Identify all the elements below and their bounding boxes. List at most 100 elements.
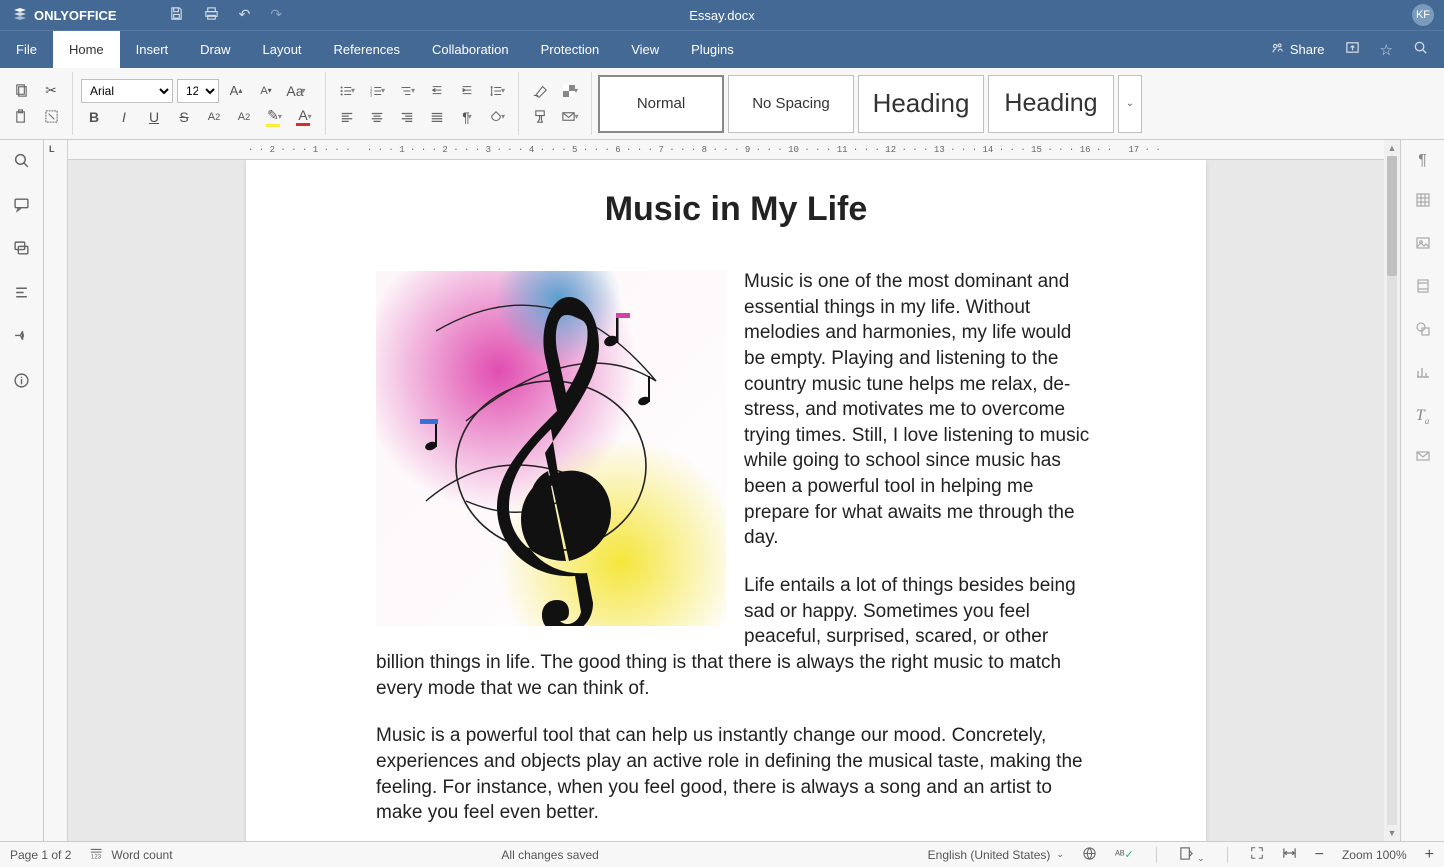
document-page[interactable]: Music in My Life: [246, 160, 1206, 841]
image-settings-icon[interactable]: [1415, 235, 1431, 256]
scroll-track[interactable]: [1387, 156, 1397, 825]
editor-area: L · · 2 · · · 1 · · · · · · 1 · · · 2 · …: [44, 140, 1400, 841]
italic-icon[interactable]: I: [111, 104, 137, 130]
statusbar: Page 1 of 2 123 Word count All changes s…: [0, 841, 1444, 867]
main-area: L · · 2 · · · 1 · · · · · · 1 · · · 2 · …: [0, 140, 1444, 841]
tab-insert[interactable]: Insert: [120, 31, 185, 68]
zoom-out-button[interactable]: −: [1315, 846, 1324, 864]
menubar-right-actions: Share ☆: [1270, 31, 1444, 68]
scroll-thumb[interactable]: [1387, 156, 1397, 276]
shading-icon[interactable]: ▾: [484, 104, 510, 130]
font-color-icon[interactable]: A▾: [291, 104, 317, 130]
decrease-font-icon[interactable]: A▾: [253, 78, 279, 104]
language-selector[interactable]: English (United States) ⌄: [928, 848, 1064, 862]
strikethrough-icon[interactable]: S: [171, 104, 197, 130]
tab-view[interactable]: View: [615, 31, 675, 68]
line-spacing-icon[interactable]: ▾: [484, 78, 510, 104]
paragraph-settings-icon[interactable]: ¶: [1418, 152, 1427, 170]
tab-collaboration[interactable]: Collaboration: [416, 31, 525, 68]
tab-layout[interactable]: Layout: [247, 31, 318, 68]
style-heading-2[interactable]: Heading: [988, 75, 1114, 133]
headings-icon[interactable]: [13, 284, 30, 306]
zoom-level[interactable]: Zoom 100%: [1342, 848, 1407, 862]
subscript-icon[interactable]: A2: [231, 104, 257, 130]
redo-icon[interactable]: ↷: [270, 6, 282, 24]
print-icon[interactable]: [204, 6, 219, 24]
numbering-icon[interactable]: 123▾: [364, 78, 390, 104]
open-location-icon[interactable]: [1345, 40, 1360, 59]
border-icon[interactable]: ▾: [557, 78, 583, 104]
svg-text:3: 3: [370, 92, 373, 97]
format-painter-icon[interactable]: [527, 104, 553, 130]
superscript-icon[interactable]: A2: [201, 104, 227, 130]
cut-icon[interactable]: ✂: [38, 78, 64, 104]
table-settings-icon[interactable]: [1415, 192, 1431, 213]
tab-draw[interactable]: Draw: [184, 31, 246, 68]
fit-width-icon[interactable]: [1282, 846, 1297, 863]
share-button[interactable]: Share: [1270, 41, 1325, 58]
chart-settings-icon[interactable]: [1415, 364, 1431, 385]
paragraph-3: Music is a powerful tool that can help u…: [376, 723, 1096, 826]
tab-references[interactable]: References: [318, 31, 416, 68]
style-normal[interactable]: Normal: [598, 75, 724, 133]
style-no-spacing[interactable]: No Spacing: [728, 75, 854, 133]
highlight-color-icon[interactable]: ✎▾: [261, 104, 287, 130]
favorite-icon[interactable]: ☆: [1380, 41, 1393, 59]
search-icon[interactable]: [1413, 40, 1428, 59]
select-all-icon[interactable]: [38, 104, 64, 130]
document-title: Essay.docx: [689, 8, 755, 23]
about-icon[interactable]: [13, 372, 30, 394]
feedback-icon[interactable]: [13, 328, 30, 350]
text-art-icon[interactable]: Ta: [1416, 407, 1429, 426]
tab-home[interactable]: Home: [53, 31, 120, 68]
save-icon[interactable]: [169, 6, 184, 24]
shape-settings-icon[interactable]: [1415, 321, 1431, 342]
clear-style-icon[interactable]: [527, 78, 553, 104]
comments-icon[interactable]: [13, 196, 30, 218]
align-left-icon[interactable]: [334, 104, 360, 130]
horizontal-ruler[interactable]: · · 2 · · · 1 · · · · · · 1 · · · 2 · · …: [68, 140, 1384, 160]
inline-image[interactable]: [376, 271, 726, 626]
align-justify-icon[interactable]: [424, 104, 450, 130]
align-center-icon[interactable]: [364, 104, 390, 130]
multilevel-icon[interactable]: ▾: [394, 78, 420, 104]
bullets-icon[interactable]: ▾: [334, 78, 360, 104]
zoom-in-button[interactable]: +: [1425, 846, 1434, 864]
user-avatar[interactable]: KF: [1412, 4, 1434, 26]
vertical-ruler[interactable]: L: [44, 140, 68, 841]
bold-icon[interactable]: B: [81, 104, 107, 130]
style-heading-1[interactable]: Heading: [858, 75, 984, 133]
paste-icon[interactable]: [8, 104, 34, 130]
quick-access-toolbar: ↶ ↷: [169, 6, 282, 24]
find-icon[interactable]: [13, 152, 30, 174]
tab-file[interactable]: File: [0, 31, 53, 68]
copy-icon[interactable]: [8, 78, 34, 104]
nonprinting-icon[interactable]: ¶▾: [454, 104, 480, 130]
font-name-select[interactable]: Arial: [81, 79, 173, 103]
spellcheck-icon[interactable]: ᴬᴮ✓: [1115, 848, 1134, 861]
fit-page-icon[interactable]: [1250, 846, 1264, 863]
font-size-select[interactable]: 12: [177, 79, 219, 103]
increase-indent-icon[interactable]: [454, 78, 480, 104]
change-case-icon[interactable]: Aa▾: [283, 78, 309, 104]
styles-more-button[interactable]: ⌄: [1118, 75, 1142, 133]
undo-icon[interactable]: ↶: [239, 6, 251, 24]
scroll-down-icon[interactable]: ▼: [1384, 825, 1400, 841]
word-count-button[interactable]: 123 Word count: [89, 846, 172, 863]
track-changes-icon[interactable]: ⌄: [1179, 846, 1205, 864]
underline-icon[interactable]: U: [141, 104, 167, 130]
tab-protection[interactable]: Protection: [525, 31, 616, 68]
page-indicator[interactable]: Page 1 of 2: [10, 848, 71, 862]
header-footer-icon[interactable]: [1415, 278, 1431, 299]
increase-font-icon[interactable]: A▴: [223, 78, 249, 104]
vertical-scrollbar[interactable]: ▲ ▼: [1384, 140, 1400, 841]
document-scroll-area[interactable]: Music in My Life: [68, 160, 1384, 841]
mailmerge-icon[interactable]: ▾: [557, 104, 583, 130]
scroll-up-icon[interactable]: ▲: [1384, 140, 1400, 156]
tab-plugins[interactable]: Plugins: [675, 31, 750, 68]
set-doc-language-icon[interactable]: [1082, 846, 1097, 864]
decrease-indent-icon[interactable]: [424, 78, 450, 104]
chat-icon[interactable]: [13, 240, 30, 262]
mail-merge-settings-icon[interactable]: [1415, 448, 1431, 469]
align-right-icon[interactable]: [394, 104, 420, 130]
